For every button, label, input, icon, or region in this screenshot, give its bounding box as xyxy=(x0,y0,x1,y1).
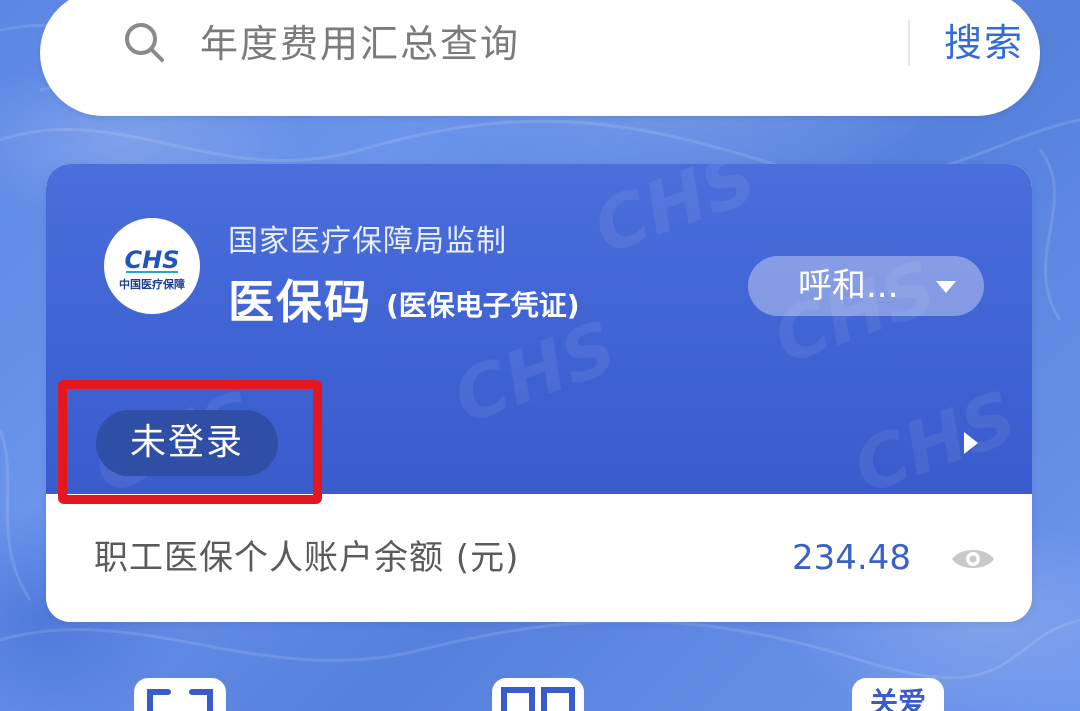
chs-logo: CHS 中国医疗保障 xyxy=(104,218,200,314)
search-input[interactable]: 年度费用汇总查询 xyxy=(200,20,520,68)
card-header[interactable]: CHS CHS CHS CHS CHS CHS 中国医疗保障 国家医疗保障局监制… xyxy=(46,164,1032,494)
search-bar[interactable]: 年度费用汇总查询 搜索 xyxy=(40,0,1040,116)
supervisor-text: 国家医疗保障局监制 xyxy=(228,224,507,259)
search-icon xyxy=(125,23,164,62)
logo-caption: 中国医疗保障 xyxy=(119,278,185,291)
chs-emblem-icon: CHS xyxy=(125,246,180,274)
chevron-down-icon xyxy=(936,281,956,293)
search-divider xyxy=(908,20,910,66)
login-status-badge[interactable]: 未登录 xyxy=(96,410,278,476)
care-label: 关爱 xyxy=(869,686,926,711)
balance-value: 234.48 xyxy=(792,538,911,578)
login-status-label: 未登录 xyxy=(129,422,244,463)
card-title: 医保码 xyxy=(228,275,372,329)
qr-shortcut[interactable] xyxy=(492,678,584,711)
scan-icon xyxy=(147,689,213,711)
shortcut-icons-row: 关爱 xyxy=(0,668,1080,711)
scan-shortcut[interactable] xyxy=(134,678,226,711)
region-select[interactable]: 呼和... xyxy=(748,256,984,316)
balance-label: 职工医保个人账户余额 (元) xyxy=(94,538,520,578)
svg-text:CHS: CHS xyxy=(583,164,767,270)
chevron-right-icon[interactable] xyxy=(964,432,978,454)
card-subtitle: (医保电子凭证) xyxy=(386,289,580,322)
search-button[interactable]: 搜索 xyxy=(928,18,1040,68)
medical-insurance-code-card[interactable]: CHS CHS CHS CHS CHS CHS 中国医疗保障 国家医疗保障局监制… xyxy=(46,164,1032,622)
region-label: 呼和... xyxy=(798,266,899,306)
svg-text:CHS: CHS xyxy=(125,246,180,274)
account-balance-row[interactable]: 职工医保个人账户余额 (元) 234.48 xyxy=(46,494,1032,622)
care-shortcut[interactable]: 关爱 xyxy=(852,678,944,711)
svg-text:CHS: CHS xyxy=(843,375,1027,494)
qr-code-icon xyxy=(501,687,575,711)
eye-icon[interactable] xyxy=(950,544,996,574)
